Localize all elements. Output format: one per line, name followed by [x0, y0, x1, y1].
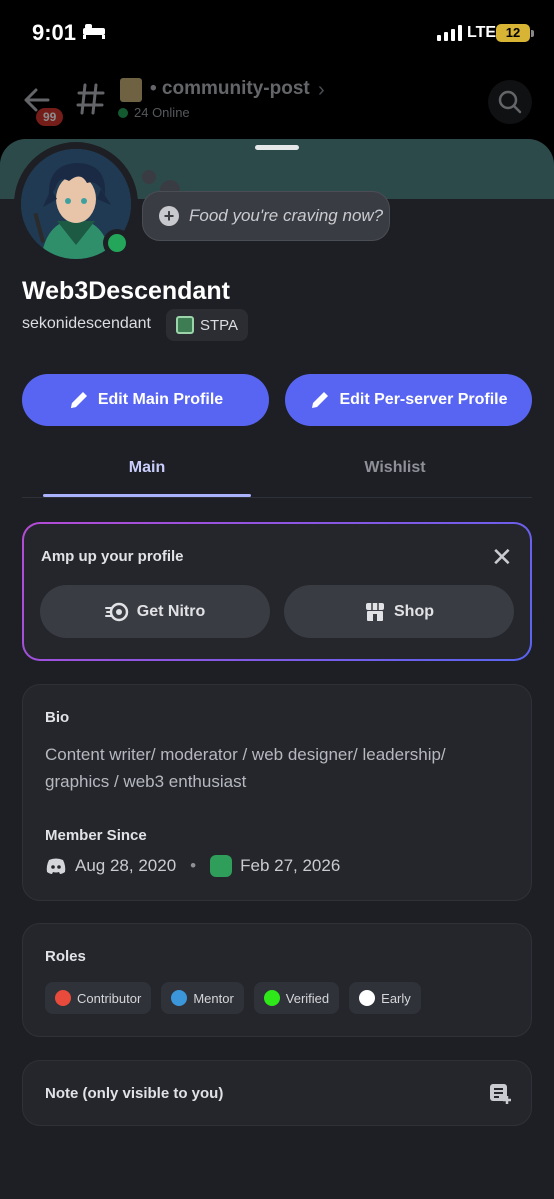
pencil-icon	[312, 392, 329, 408]
search-button[interactable]	[488, 80, 532, 124]
channel-name[interactable]: • community-post	[150, 78, 310, 100]
sheet-grabber[interactable]	[255, 145, 299, 150]
battery-icon: 12	[496, 24, 530, 42]
channel-hash-icon	[76, 83, 105, 115]
add-note-icon[interactable]	[488, 1082, 512, 1106]
tab-wishlist[interactable]: Wishlist	[291, 459, 499, 477]
discord-join-date: Aug 28, 2020	[75, 856, 177, 875]
server-tag[interactable]: STPA	[166, 309, 249, 341]
bio-text: Content writer/ moderator / web designer…	[45, 745, 446, 791]
online-count: 24 Online	[134, 105, 190, 120]
username: sekonidescendant	[22, 315, 151, 332]
unread-badge: 99	[36, 108, 64, 126]
battery-level: 12	[505, 25, 521, 40]
roles-list: Contributor Mentor Verified Early	[45, 982, 421, 1014]
chevron-right-icon[interactable]: ›	[318, 79, 325, 102]
edit-main-profile-button[interactable]: Edit Main Profile	[22, 374, 269, 426]
note-label: Note (only visible to you)	[45, 1085, 224, 1102]
role-color-dot	[171, 990, 188, 1006]
roles-label: Roles	[45, 948, 86, 965]
role-name: Verified	[285, 990, 330, 1006]
online-indicator-icon	[118, 108, 128, 118]
role-pill[interactable]: Contributor	[45, 982, 152, 1014]
display-name: Web3Descendant	[22, 277, 230, 305]
sleep-focus-icon	[83, 24, 105, 39]
bio-label: Bio	[45, 709, 70, 726]
role-color-dot	[359, 990, 376, 1006]
role-name: Early	[381, 990, 411, 1006]
server-tag-icon	[176, 316, 194, 334]
status-prompt: Food you're craving now?	[189, 206, 384, 225]
nitro-icon	[104, 602, 129, 621]
network-type: LTE	[467, 24, 497, 41]
close-icon[interactable]: ✕	[491, 544, 513, 570]
cellular-signal-icon	[437, 25, 462, 41]
edit-main-label: Edit Main Profile	[97, 391, 224, 408]
get-nitro-label: Get Nitro	[136, 602, 206, 620]
tab-main[interactable]: Main	[43, 459, 251, 477]
amp-up-profile-card: Amp up your profile ✕ Get Nitro Shop	[22, 522, 532, 661]
role-pill[interactable]: Verified	[253, 982, 340, 1014]
search-icon	[498, 90, 522, 114]
server-tag-label: STPA	[200, 316, 239, 334]
roles-card: Roles Contributor Mentor Verified Early	[22, 923, 532, 1037]
channel-header: 99 • community-post › 24 Online	[0, 64, 554, 144]
edit-per-server-profile-button[interactable]: Edit Per-server Profile	[285, 374, 532, 426]
amp-title: Amp up your profile	[41, 548, 184, 565]
separator-dot: •	[190, 856, 197, 875]
server-join-date: Feb 27, 2026	[240, 856, 341, 875]
custom-status-bubble[interactable]: + Food you're craving now?	[142, 191, 390, 241]
shop-icon	[366, 602, 384, 621]
discord-logo-icon	[46, 858, 66, 874]
shop-label: Shop	[394, 602, 434, 620]
member-since-row: Aug 28, 2020 • Feb 27, 2026	[45, 855, 340, 877]
edit-server-label: Edit Per-server Profile	[339, 391, 508, 408]
thought-dot-small	[142, 170, 156, 184]
member-since-label: Member Since	[45, 827, 147, 844]
role-pill[interactable]: Mentor	[161, 982, 244, 1014]
server-icon	[210, 855, 233, 877]
profile-sheet: + Food you're craving now? Web3Descendan…	[0, 139, 554, 1199]
role-color-dot	[55, 990, 71, 1006]
role-name: Mentor	[193, 990, 234, 1006]
role-name: Contributor	[77, 990, 142, 1006]
status-bar: 9:01 LTE 12	[0, 0, 554, 64]
role-pill[interactable]: Early	[349, 982, 421, 1014]
role-color-dot	[263, 990, 280, 1006]
status-time: 9:01	[32, 20, 77, 45]
memo-emoji-icon	[120, 78, 142, 102]
shop-button[interactable]: Shop	[284, 585, 514, 638]
get-nitro-button[interactable]: Get Nitro	[40, 585, 270, 638]
note-card[interactable]: Note (only visible to you)	[22, 1060, 532, 1126]
online-status-icon	[103, 229, 131, 257]
add-status-icon: +	[159, 206, 179, 226]
battery-nub	[531, 30, 534, 37]
bio-card: Bio Content writer/ moderator / web desi…	[22, 684, 532, 901]
tab-divider	[22, 497, 532, 498]
pencil-icon	[70, 392, 87, 408]
